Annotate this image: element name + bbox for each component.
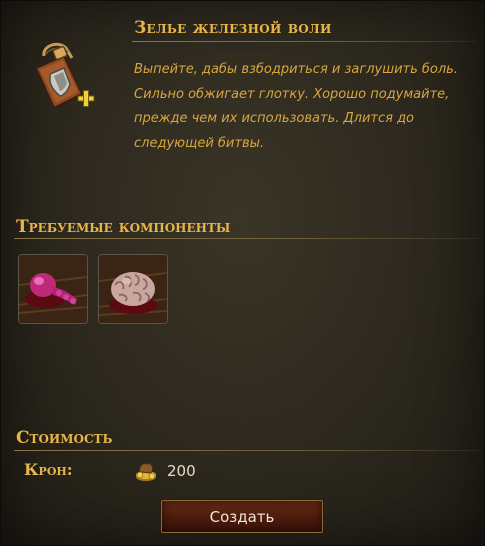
- component-slot-1[interactable]: [18, 254, 88, 324]
- cost-heading: Стоимость: [16, 428, 113, 448]
- components-divider: [14, 238, 479, 239]
- component-slot-2[interactable]: [98, 254, 168, 324]
- create-button[interactable]: Создать: [161, 500, 323, 533]
- brain-ingredient-icon: [99, 255, 167, 323]
- title-divider: [132, 41, 477, 42]
- currency-label: Крон:: [24, 460, 73, 479]
- pink-organ-ingredient-icon: [19, 255, 87, 323]
- components-heading: Требуемые компоненты: [16, 217, 231, 237]
- item-title: Зелье железной воли: [134, 18, 332, 38]
- crown-coins-icon: [134, 460, 158, 482]
- cost-divider: [14, 450, 479, 451]
- cost-amount: 200: [167, 462, 196, 480]
- iron-will-potion-icon: [20, 38, 100, 118]
- item-description: Выпейте, дабы взбодриться и заглушить бо…: [134, 62, 458, 151]
